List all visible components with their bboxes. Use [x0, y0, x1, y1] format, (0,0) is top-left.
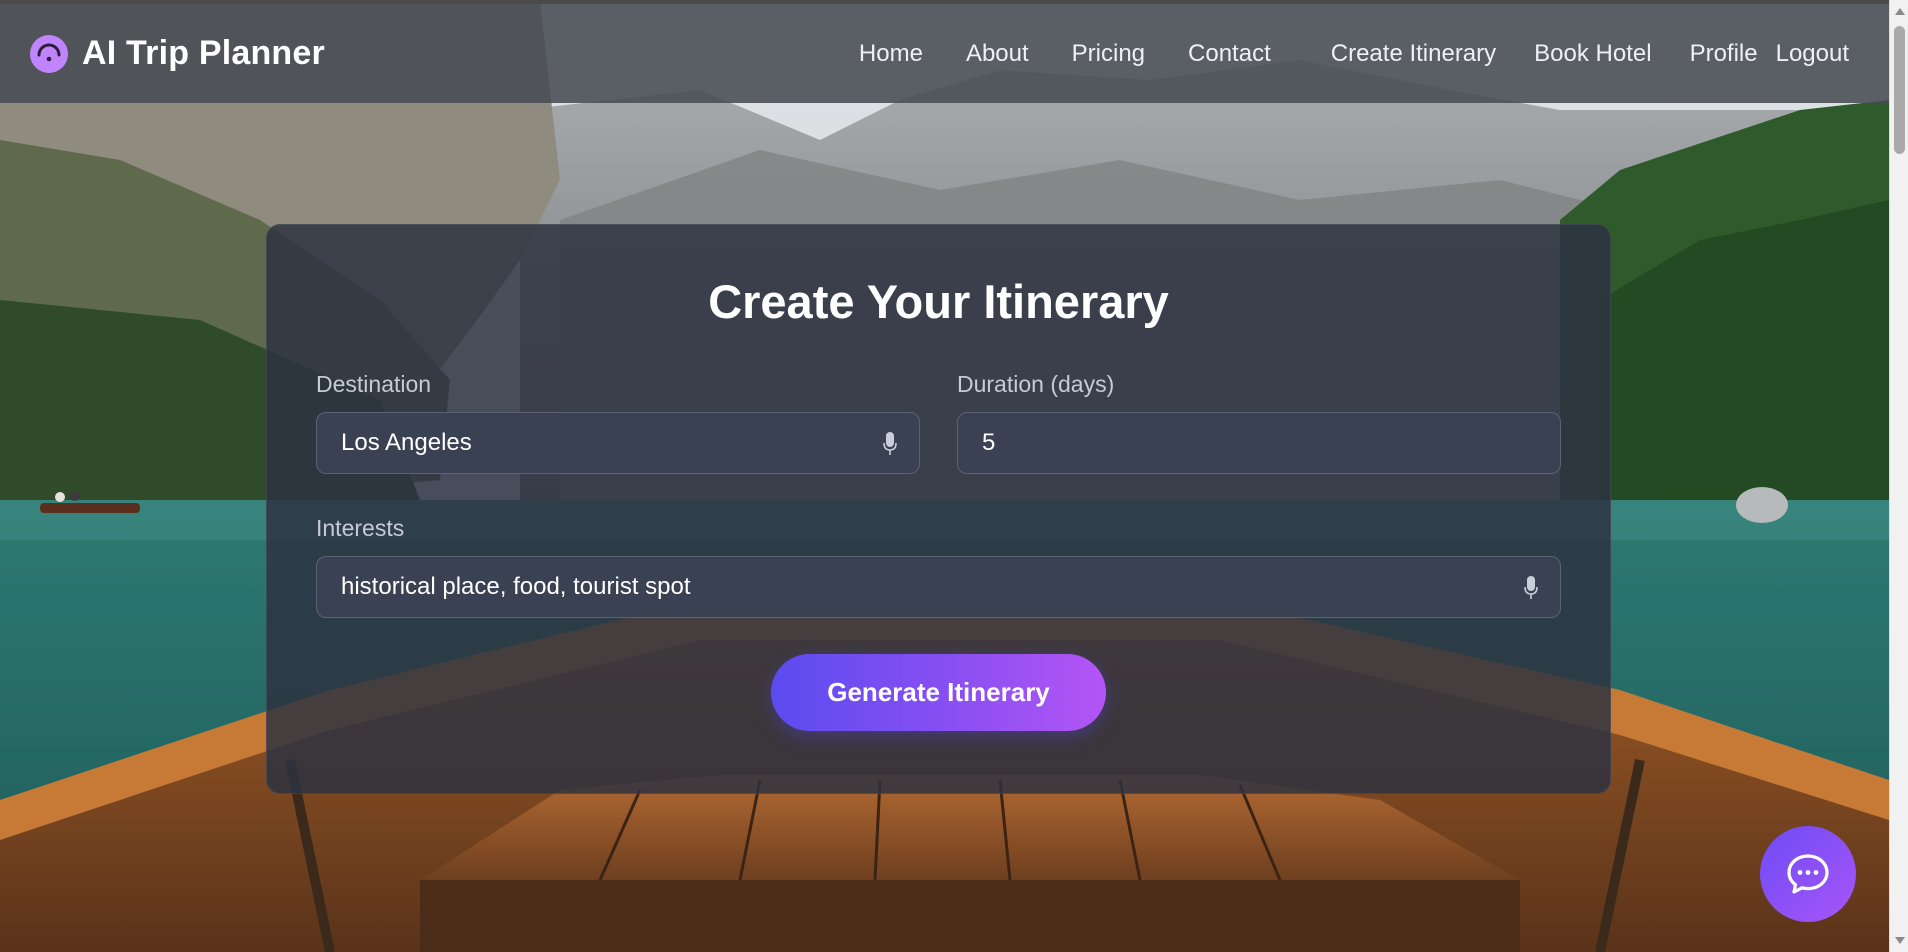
generate-itinerary-button[interactable]: Generate Itinerary	[771, 654, 1106, 731]
nav-book-hotel[interactable]: Book Hotel	[1534, 40, 1651, 68]
page-title: Create Your Itinerary	[708, 275, 1169, 328]
form-row-2: Interests	[316, 514, 1561, 618]
nav-logout[interactable]: Logout	[1776, 40, 1849, 68]
destination-label: Destination	[316, 371, 432, 397]
microphone-icon[interactable]	[1524, 576, 1538, 600]
destination-field-group: Destination	[316, 370, 920, 474]
compass-icon	[30, 34, 68, 73]
microphone-icon[interactable]	[883, 432, 897, 456]
nav-home[interactable]: Home	[859, 40, 923, 68]
interests-field-group: Interests	[316, 514, 1561, 618]
chat-button[interactable]	[1760, 826, 1856, 922]
destination-input[interactable]	[317, 413, 919, 473]
duration-input-wrapper	[957, 412, 1561, 474]
nav-about[interactable]: About	[966, 40, 1029, 68]
top-navbar: AI Trip Planner Home About Pricing Conta…	[0, 0, 1889, 103]
scroll-up-arrow-icon[interactable]	[1895, 8, 1905, 15]
brand[interactable]: AI Trip Planner	[30, 34, 325, 73]
destination-input-wrapper	[316, 412, 920, 474]
submit-row: Generate Itinerary	[316, 654, 1561, 731]
nav-contact[interactable]: Contact	[1188, 40, 1271, 68]
nav-profile[interactable]: Profile	[1690, 40, 1758, 68]
duration-field-group: Duration (days)	[957, 370, 1561, 474]
form-row-1: Destination Duration (days)	[316, 370, 1561, 474]
interests-input-wrapper	[316, 556, 1561, 618]
nav-create-itinerary[interactable]: Create Itinerary	[1331, 40, 1496, 68]
interests-label: Interests	[316, 515, 405, 541]
brand-title: AI Trip Planner	[82, 34, 325, 72]
itinerary-form-card: Create Your Itinerary Destination Durati…	[266, 224, 1611, 794]
scroll-down-arrow-icon[interactable]	[1895, 937, 1905, 944]
interests-input[interactable]	[317, 557, 1560, 617]
vertical-scrollbar[interactable]	[1889, 0, 1908, 952]
duration-input[interactable]	[958, 413, 1560, 473]
nav-links: Home About Pricing Contact Create Itiner…	[859, 40, 1849, 68]
duration-label: Duration (days)	[957, 371, 1115, 397]
nav-pricing[interactable]: Pricing	[1072, 40, 1145, 68]
scroll-thumb[interactable]	[1894, 26, 1905, 154]
chat-bubble-icon	[1787, 854, 1829, 894]
